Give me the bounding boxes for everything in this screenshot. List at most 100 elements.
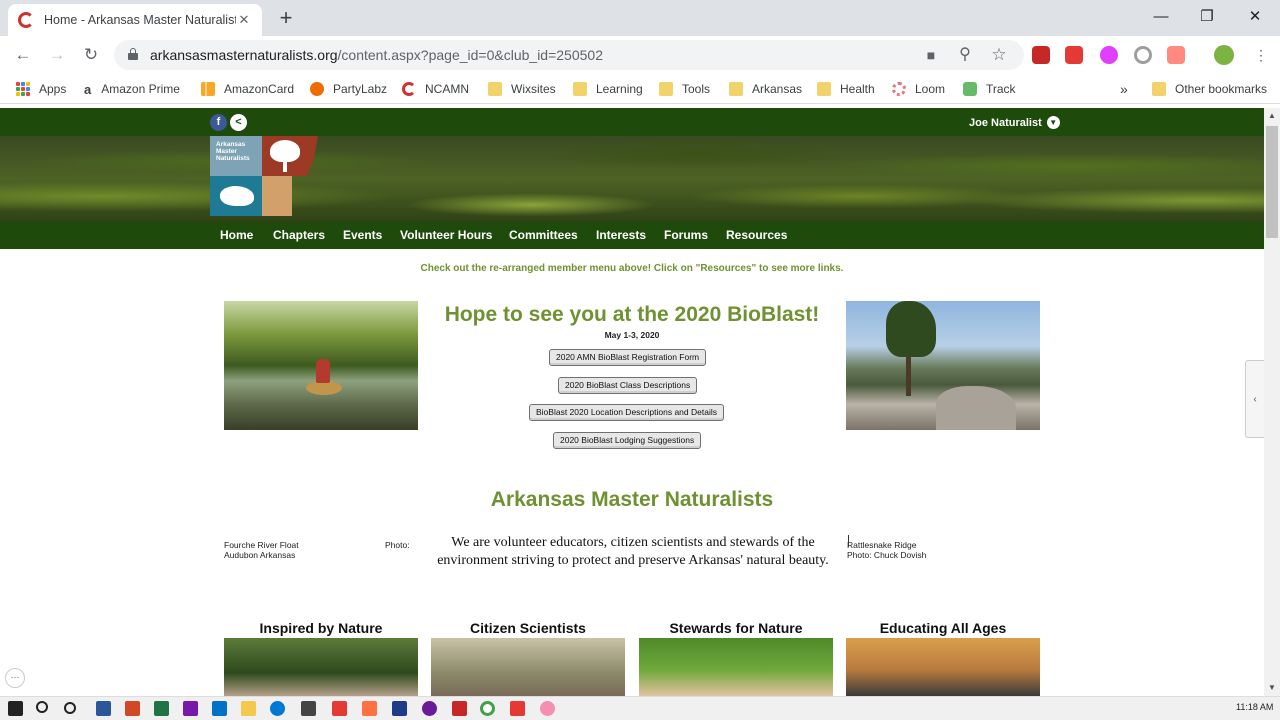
- bookmark-learning[interactable]: Learning: [573, 80, 643, 98]
- close-window-button[interactable]: ✕: [1232, 4, 1278, 30]
- star-icon[interactable]: ☆: [990, 46, 1008, 64]
- nav-resources[interactable]: Resources: [726, 228, 787, 242]
- folder-icon: [488, 82, 502, 96]
- camera-icon[interactable]: ■: [922, 46, 940, 64]
- site-logo[interactable]: Arkansas Master Naturalists: [210, 136, 318, 216]
- windows-start-icon[interactable]: [8, 701, 23, 716]
- scroll-up-icon[interactable]: ▲: [1267, 111, 1277, 121]
- back-button[interactable]: ←: [10, 42, 36, 68]
- headset-icon[interactable]: [422, 701, 437, 716]
- loom-taskbar-icon[interactable]: [540, 701, 555, 716]
- bookmark-loom[interactable]: Loom: [892, 80, 945, 98]
- minimize-button[interactable]: —: [1138, 4, 1184, 30]
- file-explorer-icon[interactable]: [241, 701, 256, 716]
- zoom-icon[interactable]: ⚲: [956, 46, 974, 64]
- bookmark-amazoncard[interactable]: AmazonCard: [201, 80, 294, 98]
- side-panel-toggle[interactable]: ‹: [1245, 360, 1264, 438]
- url-text[interactable]: arkansasmasternaturalists.org/content.as…: [150, 47, 603, 63]
- profile-avatar-icon[interactable]: [1214, 45, 1234, 65]
- inspired-photo[interactable]: [224, 638, 418, 696]
- bookmark-label: Health: [840, 82, 875, 96]
- nav-forums[interactable]: Forums: [664, 228, 708, 242]
- scroll-down-icon[interactable]: ▼: [1267, 683, 1277, 693]
- maximize-button[interactable]: ❐: [1184, 4, 1230, 30]
- nav-volunteer-hours[interactable]: Volunteer Hours: [400, 228, 492, 242]
- tab-close-icon[interactable]: ✕: [236, 12, 252, 28]
- citizen-photo[interactable]: [431, 638, 625, 696]
- lodging-suggestions-button[interactable]: 2020 BioBlast Lodging Suggestions: [553, 432, 702, 449]
- share-icon[interactable]: <: [230, 114, 247, 131]
- tree-icon: [270, 140, 300, 162]
- word-icon[interactable]: [96, 701, 111, 716]
- onedrive-icon[interactable]: [270, 701, 285, 716]
- app-orange-icon[interactable]: [362, 701, 377, 716]
- bioblast-headline: Hope to see you at the 2020 BioBlast!: [444, 303, 820, 326]
- bookmark-ncamn[interactable]: NCAMN: [402, 80, 469, 98]
- excel-icon[interactable]: [154, 701, 169, 716]
- search-icon[interactable]: [36, 701, 48, 713]
- app-red-icon[interactable]: [332, 701, 347, 716]
- nav-committees[interactable]: Committees: [509, 228, 578, 242]
- text-cursor: [848, 535, 850, 547]
- bookmark-label: Wixsites: [511, 82, 556, 96]
- bookmark-arkansas[interactable]: Arkansas: [729, 80, 802, 98]
- nav-chapters[interactable]: Chapters: [273, 228, 325, 242]
- amazon-icon: a: [84, 81, 92, 97]
- bookmarks-overflow-button[interactable]: »: [1120, 80, 1128, 98]
- facebook-icon[interactable]: f: [210, 114, 227, 131]
- url-path: /content.aspx?page_id=0&club_id=250502: [337, 47, 603, 63]
- pine-trunk-shape: [906, 356, 911, 396]
- extension-arrow-icon[interactable]: [1167, 46, 1185, 64]
- forward-button[interactable]: →: [44, 42, 70, 68]
- more-options-icon[interactable]: ···: [5, 668, 25, 688]
- bookmark-apps[interactable]: Apps: [16, 80, 66, 98]
- bookmark-label: Other bookmarks: [1175, 82, 1268, 96]
- new-tab-button[interactable]: +: [274, 6, 298, 30]
- bookmark-other[interactable]: Other bookmarks: [1152, 80, 1267, 98]
- app-blue-icon[interactable]: [392, 701, 407, 716]
- lock-icon[interactable]: [128, 48, 138, 60]
- chrome-taskbar-icon[interactable]: [480, 701, 495, 716]
- section-title: Arkansas Master Naturalists: [490, 488, 774, 511]
- cortana-icon[interactable]: [64, 702, 76, 714]
- bookmark-tools[interactable]: Tools: [659, 80, 710, 98]
- educating-photo[interactable]: [846, 638, 1040, 696]
- scroll-thumb[interactable]: [1266, 126, 1278, 238]
- location-descriptions-button[interactable]: BioBlast 2020 Location Descriptions and …: [529, 404, 724, 421]
- member-notice: Check out the re-arranged member menu ab…: [420, 263, 844, 274]
- bookmark-amazon-prime[interactable]: a Amazon Prime: [84, 80, 180, 98]
- rattlesnake-ridge-photo: [846, 301, 1040, 430]
- folder-icon: [817, 82, 831, 96]
- browser-tab[interactable]: Home - Arkansas Master Naturalists ✕: [8, 4, 262, 36]
- user-menu[interactable]: Joe Naturalist ▼: [969, 116, 1060, 129]
- bookmark-label: Apps: [39, 82, 67, 96]
- bookmark-health[interactable]: Health: [817, 80, 875, 98]
- registration-form-button[interactable]: 2020 AMN BioBlast Registration Form: [549, 349, 707, 366]
- powerpoint-icon[interactable]: [125, 701, 140, 716]
- reload-button[interactable]: ↻: [78, 42, 104, 68]
- extension-todoist-icon[interactable]: [1065, 46, 1083, 64]
- calculator-icon[interactable]: [301, 701, 316, 716]
- onenote-icon[interactable]: [183, 701, 198, 716]
- outlook-icon[interactable]: [212, 701, 227, 716]
- bookmark-wixsites[interactable]: Wixsites: [488, 80, 556, 98]
- youtube-icon[interactable]: [510, 701, 525, 716]
- mission-statement: We are volunteer educators, citizen scie…: [437, 535, 829, 568]
- menu-kebab-icon[interactable]: ⋮: [1248, 42, 1274, 68]
- address-bar[interactable]: arkansasmasternaturalists.org/content.as…: [114, 40, 1024, 70]
- nav-interests[interactable]: Interests: [596, 228, 646, 242]
- app-pdf-icon[interactable]: [452, 701, 467, 716]
- taskbar-clock[interactable]: 11:18 AM: [1236, 702, 1273, 712]
- bookmark-partylabz[interactable]: PartyLabz: [310, 80, 387, 98]
- extension-pdf-icon[interactable]: [1032, 46, 1050, 64]
- extension-mymind-icon[interactable]: [1100, 46, 1118, 64]
- class-descriptions-button[interactable]: 2020 BioBlast Class Descriptions: [558, 377, 698, 394]
- page-scrollbar[interactable]: ▲ ▼: [1264, 108, 1280, 696]
- extension-chrome-icon[interactable]: [1134, 46, 1152, 64]
- ncamn-icon: [402, 82, 416, 96]
- nav-events[interactable]: Events: [343, 228, 382, 242]
- bookmark-track[interactable]: Track: [963, 80, 1016, 98]
- nav-home[interactable]: Home: [220, 228, 253, 242]
- stewards-photo[interactable]: [639, 638, 833, 696]
- track-icon: [963, 82, 977, 96]
